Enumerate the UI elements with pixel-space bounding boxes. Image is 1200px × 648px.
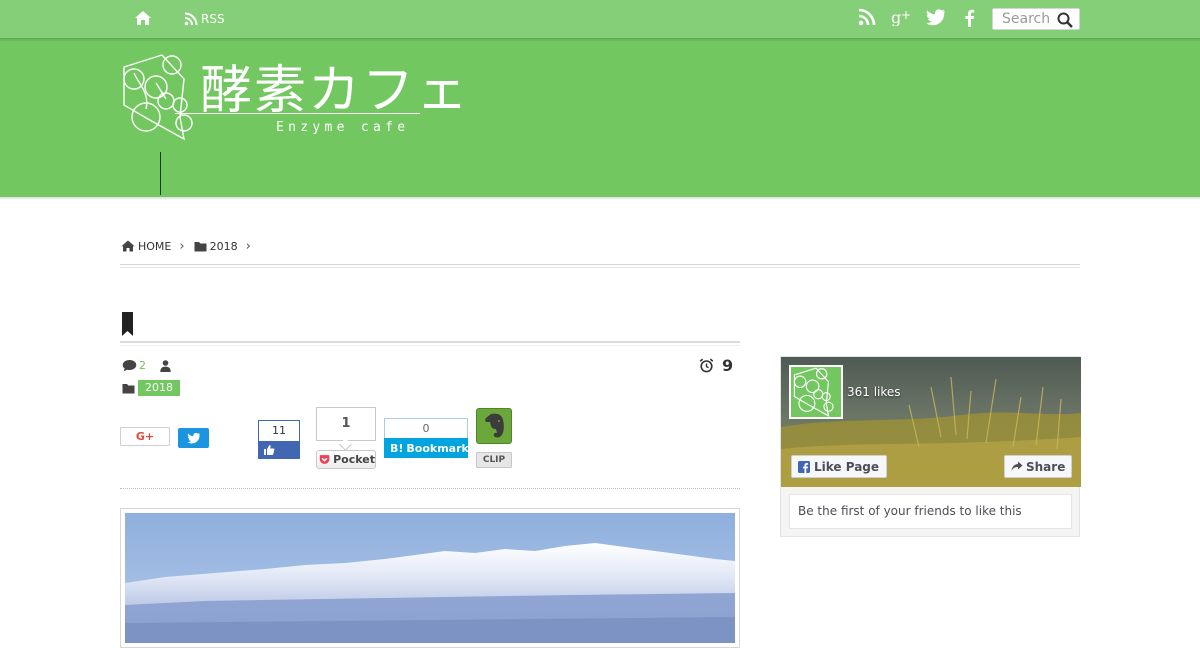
google-plus-icon[interactable]: g + <box>891 8 913 28</box>
twitter-icon <box>186 432 200 444</box>
share-arrow-icon <box>1011 461 1023 471</box>
rss-link[interactable]: RSS <box>184 10 225 28</box>
svg-text:g: g <box>891 8 901 26</box>
post-date: 9 <box>699 356 733 375</box>
facebook-like-count: 11 <box>259 421 299 441</box>
pocket-icon <box>319 455 330 464</box>
site-logo-mark[interactable] <box>122 53 202 145</box>
search-input[interactable] <box>1002 11 1062 27</box>
facebook-page-likes: 361 likes <box>847 385 901 399</box>
breadcrumb-divider <box>120 264 1080 268</box>
category-tag[interactable]: 2018 <box>138 380 180 396</box>
evernote-label: CLIP <box>476 452 512 468</box>
facebook-like-button[interactable]: 11 <box>258 420 300 459</box>
post-date-day: 9 <box>722 356 734 375</box>
breadcrumb-category-label: 2018 <box>209 239 238 253</box>
hatena-label: Bookmark <box>406 441 469 455</box>
google-plus-label: G+ <box>135 430 155 443</box>
top-bar: RSS g + <box>0 0 1200 38</box>
rss-icon[interactable] <box>858 8 880 28</box>
like-page-label: Like Page <box>814 459 880 474</box>
share-label: Share <box>1026 459 1066 474</box>
hatena-bookmark-button[interactable]: 0 B! Bookmark <box>384 418 469 458</box>
rss-label: RSS <box>201 12 225 26</box>
facebook-page-avatar[interactable] <box>789 365 843 419</box>
chevron-right-icon: › <box>179 238 185 254</box>
svg-text:+: + <box>901 8 911 22</box>
alarm-clock-icon <box>699 358 714 373</box>
search-box <box>992 8 1080 30</box>
nav-divider <box>160 152 161 195</box>
facebook-share-button[interactable]: Share <box>1004 455 1072 478</box>
facebook-icon[interactable] <box>963 8 985 28</box>
breadcrumb-home-label: HOME <box>138 239 172 253</box>
folder-icon <box>122 383 135 393</box>
hatena-icon: B! <box>390 441 404 455</box>
breadcrumb: HOME › 2018 › <box>121 238 260 254</box>
search-icon[interactable] <box>1057 12 1073 28</box>
evernote-elephant-icon <box>485 413 504 438</box>
facebook-icon <box>798 460 810 473</box>
site-title[interactable]: 酵素カフェ <box>200 48 470 123</box>
facebook-like-page-button[interactable]: Like Page <box>791 455 887 478</box>
google-plus-share-button[interactable]: G+ <box>120 427 170 446</box>
header-shadow <box>0 197 1200 200</box>
evernote-clip-button[interactable]: CLIP <box>476 408 512 468</box>
pocket-save-button[interactable]: 1 Pocket <box>316 407 376 469</box>
post-meta: 2 <box>122 359 171 372</box>
rss-small-icon <box>184 12 198 26</box>
author-icon <box>160 359 171 372</box>
thumbs-up-icon <box>264 445 275 455</box>
twitter-icon[interactable] <box>926 8 948 28</box>
featured-image[interactable] <box>125 513 735 643</box>
logo-divider <box>175 113 420 114</box>
home-icon <box>121 240 135 252</box>
chevron-right-icon: › <box>245 238 251 254</box>
bookmark-icon <box>122 312 133 340</box>
facebook-page-widget: 361 likes Like Page Share Be the first o… <box>780 356 1081 537</box>
breadcrumb-category[interactable]: 2018 <box>194 240 238 253</box>
post-categories: 2018 <box>122 380 180 396</box>
folder-icon <box>194 241 207 251</box>
home-icon[interactable] <box>134 10 154 28</box>
pocket-count: 1 <box>316 407 376 441</box>
title-divider <box>120 341 740 346</box>
pocket-label: Pocket <box>333 453 375 466</box>
share-divider <box>120 488 740 489</box>
hatena-count: 0 <box>384 418 468 438</box>
comment-icon <box>122 360 137 372</box>
twitter-share-button[interactable] <box>178 428 209 448</box>
site-subtitle: Enzyme cafe <box>276 120 410 135</box>
breadcrumb-home[interactable]: HOME <box>121 240 171 253</box>
facebook-friends-text: Be the first of your friends to like thi… <box>789 494 1072 529</box>
comment-count[interactable]: 2 <box>139 359 146 372</box>
featured-image-frame <box>120 508 740 648</box>
